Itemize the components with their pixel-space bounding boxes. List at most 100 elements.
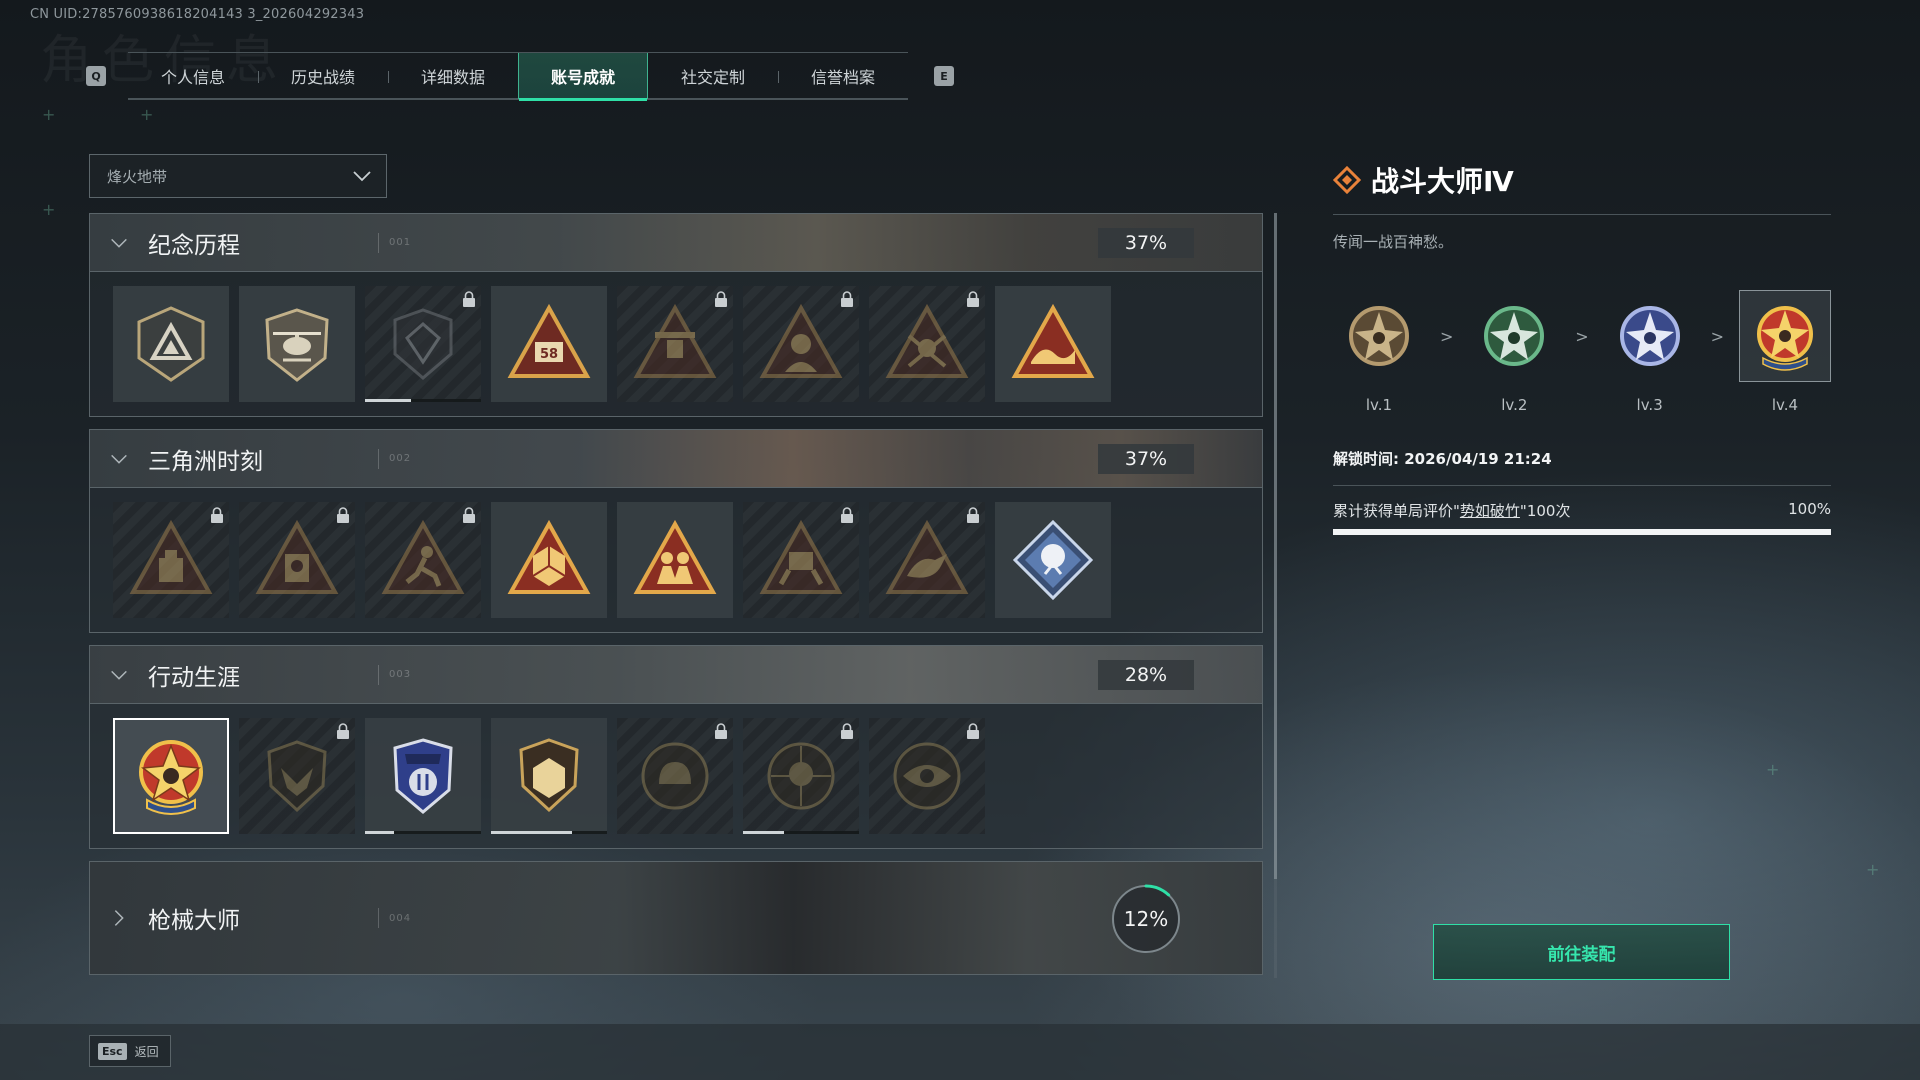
go-equip-button[interactable]: 前往装配 bbox=[1433, 924, 1730, 980]
badge-rose[interactable] bbox=[995, 502, 1111, 618]
badge-s8[interactable]: 58 bbox=[491, 286, 607, 402]
achievement-detail-panel: 战斗大师Ⅳ 传闻一战百神愁。 lv.1 > lv.2 > lv.3 > lv.4… bbox=[1333, 160, 1831, 535]
category-header[interactable]: 纪念历程 001 37% bbox=[90, 214, 1262, 272]
squad-emblem-icon bbox=[633, 519, 717, 594]
decor-cross: + bbox=[140, 105, 154, 124]
lock-icon bbox=[463, 291, 475, 307]
wave-emblem-icon bbox=[1011, 303, 1095, 378]
lock-icon bbox=[841, 291, 853, 307]
badge-police-shield[interactable] bbox=[365, 718, 481, 834]
category-header[interactable]: 枪械大师 004 12% bbox=[90, 862, 1262, 974]
badge-d20-shield[interactable] bbox=[491, 718, 607, 834]
scrollbar-thumb[interactable] bbox=[1274, 213, 1277, 879]
badge-grid bbox=[90, 704, 1262, 848]
category-memorial: 纪念历程 001 37% 58 bbox=[89, 213, 1263, 417]
badge-operator[interactable] bbox=[239, 502, 355, 618]
back-button[interactable]: Esc 返回 bbox=[89, 1035, 171, 1067]
footer-bar bbox=[0, 1024, 1920, 1080]
lock-icon bbox=[337, 723, 349, 739]
soldier-emblem-icon bbox=[885, 303, 969, 378]
tab-credit-record[interactable]: 信誉档案 bbox=[778, 53, 908, 99]
tab-achievements[interactable]: 账号成就 bbox=[518, 53, 648, 101]
requirement-progress: 100% bbox=[1788, 500, 1831, 518]
svg-text:58: 58 bbox=[540, 347, 558, 362]
badge-progress bbox=[743, 831, 859, 834]
badge-s9[interactable] bbox=[617, 286, 733, 402]
star-medal-icon bbox=[1756, 306, 1813, 371]
prev-tab-key-hint[interactable]: Q bbox=[86, 66, 106, 86]
badge-progress bbox=[365, 831, 481, 834]
level-4[interactable]: lv.4 bbox=[1738, 290, 1831, 414]
category-header[interactable]: 行动生涯 003 28% bbox=[90, 646, 1262, 704]
lock-icon bbox=[967, 291, 979, 307]
badge-grid: 58 bbox=[90, 272, 1262, 416]
category-progress: 37% bbox=[1098, 444, 1194, 474]
badge-combat-master[interactable] bbox=[113, 718, 229, 834]
next-tab-key-hint[interactable]: E bbox=[934, 66, 954, 86]
tab-list: 个人信息 历史战绩 详细数据 账号成就 社交定制 信誉档案 bbox=[128, 52, 908, 101]
category-weapon-master: 枪械大师 004 12% bbox=[89, 861, 1263, 975]
lock-icon bbox=[967, 723, 979, 739]
tab-bar: Q 个人信息 历史战绩 详细数据 账号成就 社交定制 信誉档案 E bbox=[86, 52, 954, 101]
combat-master-emblem-icon bbox=[139, 740, 203, 815]
level-3[interactable]: lv.3 bbox=[1604, 290, 1696, 414]
chevron-down-icon bbox=[111, 454, 127, 464]
arrow-right-icon: > bbox=[1575, 326, 1589, 346]
lock-icon bbox=[967, 507, 979, 523]
category-code: 001 bbox=[389, 237, 412, 248]
badge-helicopter[interactable] bbox=[239, 286, 355, 402]
chevron-right-icon bbox=[114, 910, 124, 926]
tab-personal-info[interactable]: 个人信息 bbox=[128, 53, 258, 99]
badge-crow[interactable] bbox=[869, 502, 985, 618]
category-title: 枪械大师 bbox=[148, 908, 240, 934]
tab-detailed-data[interactable]: 详细数据 bbox=[388, 53, 518, 99]
requirement-highlight-link[interactable]: 势如破竹 bbox=[1460, 502, 1520, 520]
category-header[interactable]: 三角洲时刻 002 37% bbox=[90, 430, 1262, 488]
level-1[interactable]: lv.1 bbox=[1333, 290, 1425, 414]
lock-icon bbox=[841, 507, 853, 523]
operator-emblem-icon bbox=[255, 519, 339, 594]
star-medal-icon bbox=[1619, 306, 1680, 366]
badge-wing-shield[interactable] bbox=[239, 718, 355, 834]
badge-d20[interactable] bbox=[491, 502, 607, 618]
badge-mech[interactable] bbox=[743, 502, 859, 618]
runner-emblem-icon bbox=[381, 519, 465, 594]
badge-helmet[interactable] bbox=[617, 718, 733, 834]
badge-skull[interactable] bbox=[743, 718, 859, 834]
shield-emblem-icon bbox=[393, 308, 453, 380]
d20-shield-emblem-icon bbox=[519, 738, 579, 813]
mech-emblem-icon bbox=[759, 519, 843, 594]
detail-title-row: 战斗大师Ⅳ bbox=[1333, 160, 1831, 215]
badge-soldier[interactable] bbox=[869, 286, 985, 402]
eye-emblem-icon bbox=[893, 742, 961, 810]
level-label: lv.1 bbox=[1365, 396, 1393, 414]
requirement-progress-bar bbox=[1333, 529, 1831, 535]
detail-description: 传闻一战百神愁。 bbox=[1333, 233, 1454, 251]
tab-social-custom[interactable]: 社交定制 bbox=[648, 53, 778, 99]
bust-emblem-icon bbox=[759, 303, 843, 378]
badge-triangle[interactable] bbox=[113, 286, 229, 402]
esc-key-hint: Esc bbox=[98, 1042, 127, 1060]
back-label: 返回 bbox=[134, 1044, 159, 1059]
lock-icon bbox=[841, 723, 853, 739]
badge-wave[interactable] bbox=[995, 286, 1111, 402]
level-label: lv.2 bbox=[1501, 396, 1528, 414]
badge-bottle[interactable] bbox=[113, 502, 229, 618]
achievement-category-list: 纪念历程 001 37% 58 三角洲时刻 002 37% 行动生涯 003 2… bbox=[89, 213, 1263, 987]
badge-shield[interactable] bbox=[365, 286, 481, 402]
lock-icon bbox=[337, 507, 349, 523]
level-2[interactable]: lv.2 bbox=[1468, 290, 1560, 414]
category-title: 行动生涯 bbox=[148, 664, 240, 691]
lock-icon bbox=[715, 291, 727, 307]
badge-bust[interactable] bbox=[743, 286, 859, 402]
level-label: lv.4 bbox=[1771, 396, 1799, 414]
tab-match-history[interactable]: 历史战绩 bbox=[258, 53, 388, 99]
badge-eye[interactable] bbox=[869, 718, 985, 834]
lock-icon bbox=[715, 723, 727, 739]
requirement-text: 累计获得单局评价"势如破竹"100次 bbox=[1333, 502, 1571, 520]
mode-dropdown[interactable]: 烽火地带 bbox=[89, 154, 387, 198]
badge-runner[interactable] bbox=[365, 502, 481, 618]
badge-squad[interactable] bbox=[617, 502, 733, 618]
category-code: 002 bbox=[389, 453, 412, 464]
decor-cross: + bbox=[1766, 760, 1780, 779]
